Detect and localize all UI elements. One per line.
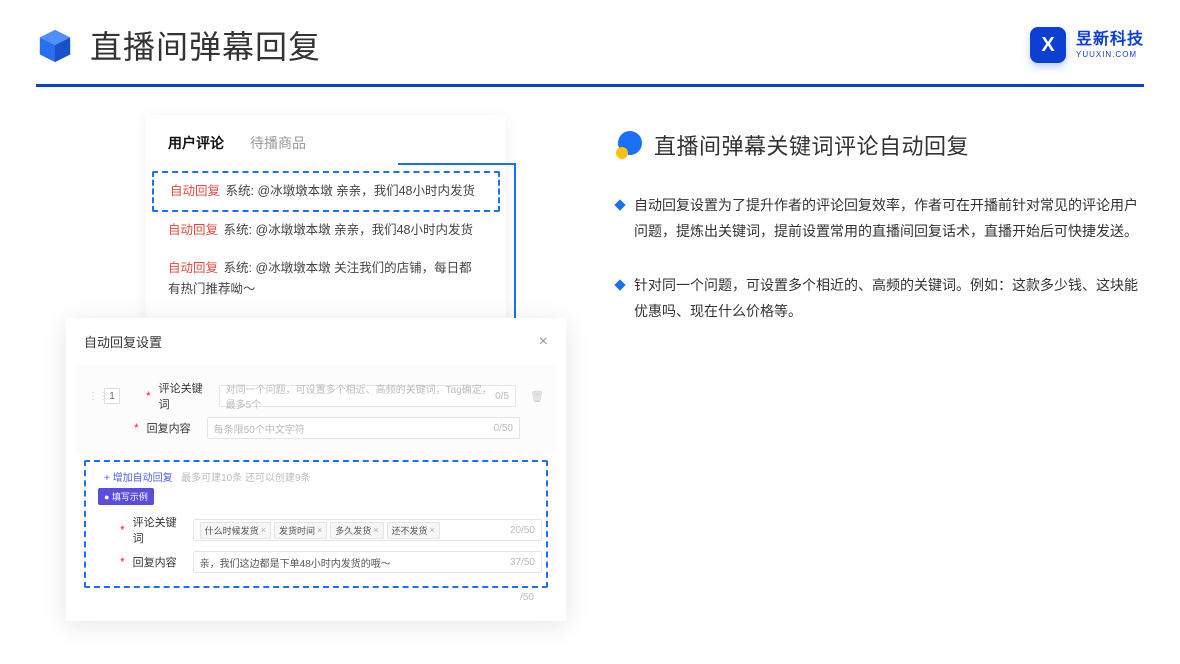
add-auto-reply-hint: 最多可建10条 还可以创建9条 [181,473,310,484]
extra-count: /50 [76,588,556,603]
comments-tabs: 用户评论 待播商品 [152,133,500,171]
keyword-input[interactable]: 对同一个问题，可设置多个相近、高频的关键词，Tag确定，最多5个 0/5 [219,385,516,407]
page-title: 直播间弹幕回复 [90,22,321,68]
chat-bubble-icon [616,131,644,159]
tab-pending-products[interactable]: 待播商品 [250,133,306,157]
example-content-line: * 回复内容 亲，我们这边都是下单48小时内发货的哦～ 37/50 [120,551,542,573]
left-column: 用户评论 待播商品 自动回复 系统: @冰墩墩本墩 亲亲，我们48小时内发货 自… [36,115,576,621]
bullet-text: 自动回复设置为了提升作者的评论回复效率，作者可在开播前针对常见的评论用户问题，提… [634,193,1144,245]
keyword-count: 0/5 [495,391,509,402]
content-label: 回复内容 [147,420,199,436]
diamond-icon [614,199,625,210]
auto-reply-tag: 自动回复 [168,261,218,275]
settings-header: 自动回复设置 × [76,332,556,359]
example-content-input[interactable]: 亲，我们这边都是下单48小时内发货的哦～ 37/50 [193,551,542,573]
example-badge: ● 填写示例 [98,488,154,505]
brand-name-en: YUUXIN.COM [1076,51,1144,59]
bullet-text: 针对同一个问题，可设置多个相近的、高频的关键词。例如：这款多少钱、这块能优惠吗、… [634,273,1144,325]
required-dot: * [146,389,151,403]
order-number: 1 [104,388,120,404]
keyword-tag[interactable]: 什么时候发货× [200,522,271,539]
example-content-text: 亲，我们这边都是下单48小时内发货的哦～ [200,555,391,570]
required-dot: * [120,555,125,569]
section-heading: 直播间弹幕关键词评论自动回复 [654,129,969,161]
keyword-label: 评论关键词 [159,380,211,412]
comment-row-highlighted: 自动回复 系统: @冰墩墩本墩 亲亲，我们48小时内发货 [152,171,500,212]
keyword-placeholder: 对同一个问题，可设置多个相近、高频的关键词，Tag确定，最多5个 [226,381,495,411]
header-left: 直播间弹幕回复 [36,22,321,68]
add-auto-reply-link[interactable]: + 增加自动回复 [94,473,173,484]
form-line-keyword: ⋮⋮ 1 * 评论关键词 对同一个问题，可设置多个相近、高频的关键词，Tag确定… [88,380,544,412]
cube-icon [36,26,74,64]
bullet-item: 自动回复设置为了提升作者的评论回复效率，作者可在开播前针对常见的评论用户问题，提… [616,193,1144,245]
brand-logo: X 昱新科技 YUUXIN.COM [1030,27,1144,63]
keyword-label: 评论关键词 [133,514,185,546]
comment-row: 自动回复 系统: @冰墩墩本墩 亲亲，我们48小时内发货 [152,212,500,249]
required-dot: * [120,523,125,537]
diamond-icon [614,279,625,290]
example-keyword-input[interactable]: 什么时候发货× 发货时间× 多久发货× 还不发货× 20/50 [193,519,542,541]
main-content: 用户评论 待播商品 自动回复 系统: @冰墩墩本墩 亲亲，我们48小时内发货 自… [0,87,1180,621]
delete-icon[interactable]: 🗑 [530,390,544,403]
section-title-row: 直播间弹幕关键词评论自动回复 [616,129,1144,161]
remove-tag-icon[interactable]: × [317,525,322,535]
connector-line [398,163,514,165]
comments-card: 用户评论 待播商品 自动回复 系统: @冰墩墩本墩 亲亲，我们48小时内发货 自… [146,115,506,326]
keyword-tag[interactable]: 发货时间× [274,522,327,539]
brand-name-cn: 昱新科技 [1076,32,1144,48]
tab-user-comments[interactable]: 用户评论 [168,133,224,157]
content-count: 0/50 [494,423,513,434]
comment-text: 系统: @冰墩墩本墩 亲亲，我们48小时内发货 [226,184,476,198]
bullet-list: 自动回复设置为了提升作者的评论回复效率，作者可在开播前针对常见的评论用户问题，提… [616,193,1144,325]
remove-tag-icon[interactable]: × [430,525,435,535]
keyword-tag[interactable]: 还不发货× [387,522,440,539]
brand-hex-icon: X [1030,27,1066,63]
example-content-count: 37/50 [510,557,535,568]
settings-card: 自动回复设置 × ⋮⋮ 1 * 评论关键词 对同一个问题，可设置多个相近、高频的… [66,318,566,621]
settings-title: 自动回复设置 [84,332,162,351]
comment-row: 自动回复 系统: @冰墩墩本墩 关注我们的店铺，每日都有热门推荐呦～ [152,250,500,309]
brand-text: 昱新科技 YUUXIN.COM [1076,32,1144,59]
content-placeholder: 每条限50个中文字符 [214,421,305,436]
content-label: 回复内容 [133,554,185,570]
example-block: + 增加自动回复 最多可建10条 还可以创建9条 ● 填写示例 * 评论关键词 … [84,460,548,588]
auto-reply-tag: 自动回复 [168,223,218,237]
close-icon[interactable]: × [539,333,548,351]
add-auto-reply-row: + 增加自动回复 最多可建10条 还可以创建9条 [90,468,542,486]
brand-logo-letter: X [1041,34,1054,57]
right-column: 直播间弹幕关键词评论自动回复 自动回复设置为了提升作者的评论回复效率，作者可在开… [576,115,1144,621]
auto-reply-tag: 自动回复 [170,184,220,198]
keyword-tag[interactable]: 多久发货× [330,522,383,539]
comment-text: 系统: @冰墩墩本墩 亲亲，我们48小时内发货 [224,223,474,237]
required-dot: * [134,421,139,435]
form-line-content: * 回复内容 每条限50个中文字符 0/50 [88,417,544,439]
drag-handle-icon[interactable]: ⋮⋮ [88,391,96,402]
bullet-item: 针对同一个问题，可设置多个相近的、高频的关键词。例如：这款多少钱、这块能优惠吗、… [616,273,1144,325]
example-tag-list: 什么时候发货× 发货时间× 多久发货× 还不发货× [200,522,440,539]
remove-tag-icon[interactable]: × [373,525,378,535]
example-keyword-count: 20/50 [510,525,535,536]
settings-form-group: ⋮⋮ 1 * 评论关键词 对同一个问题，可设置多个相近、高频的关键词，Tag确定… [76,365,556,454]
content-input[interactable]: 每条限50个中文字符 0/50 [207,417,520,439]
example-keyword-line: * 评论关键词 什么时候发货× 发货时间× 多久发货× 还不发货× 20/50 [120,514,542,546]
page-header: 直播间弹幕回复 X 昱新科技 YUUXIN.COM [0,0,1180,84]
remove-tag-icon[interactable]: × [261,525,266,535]
